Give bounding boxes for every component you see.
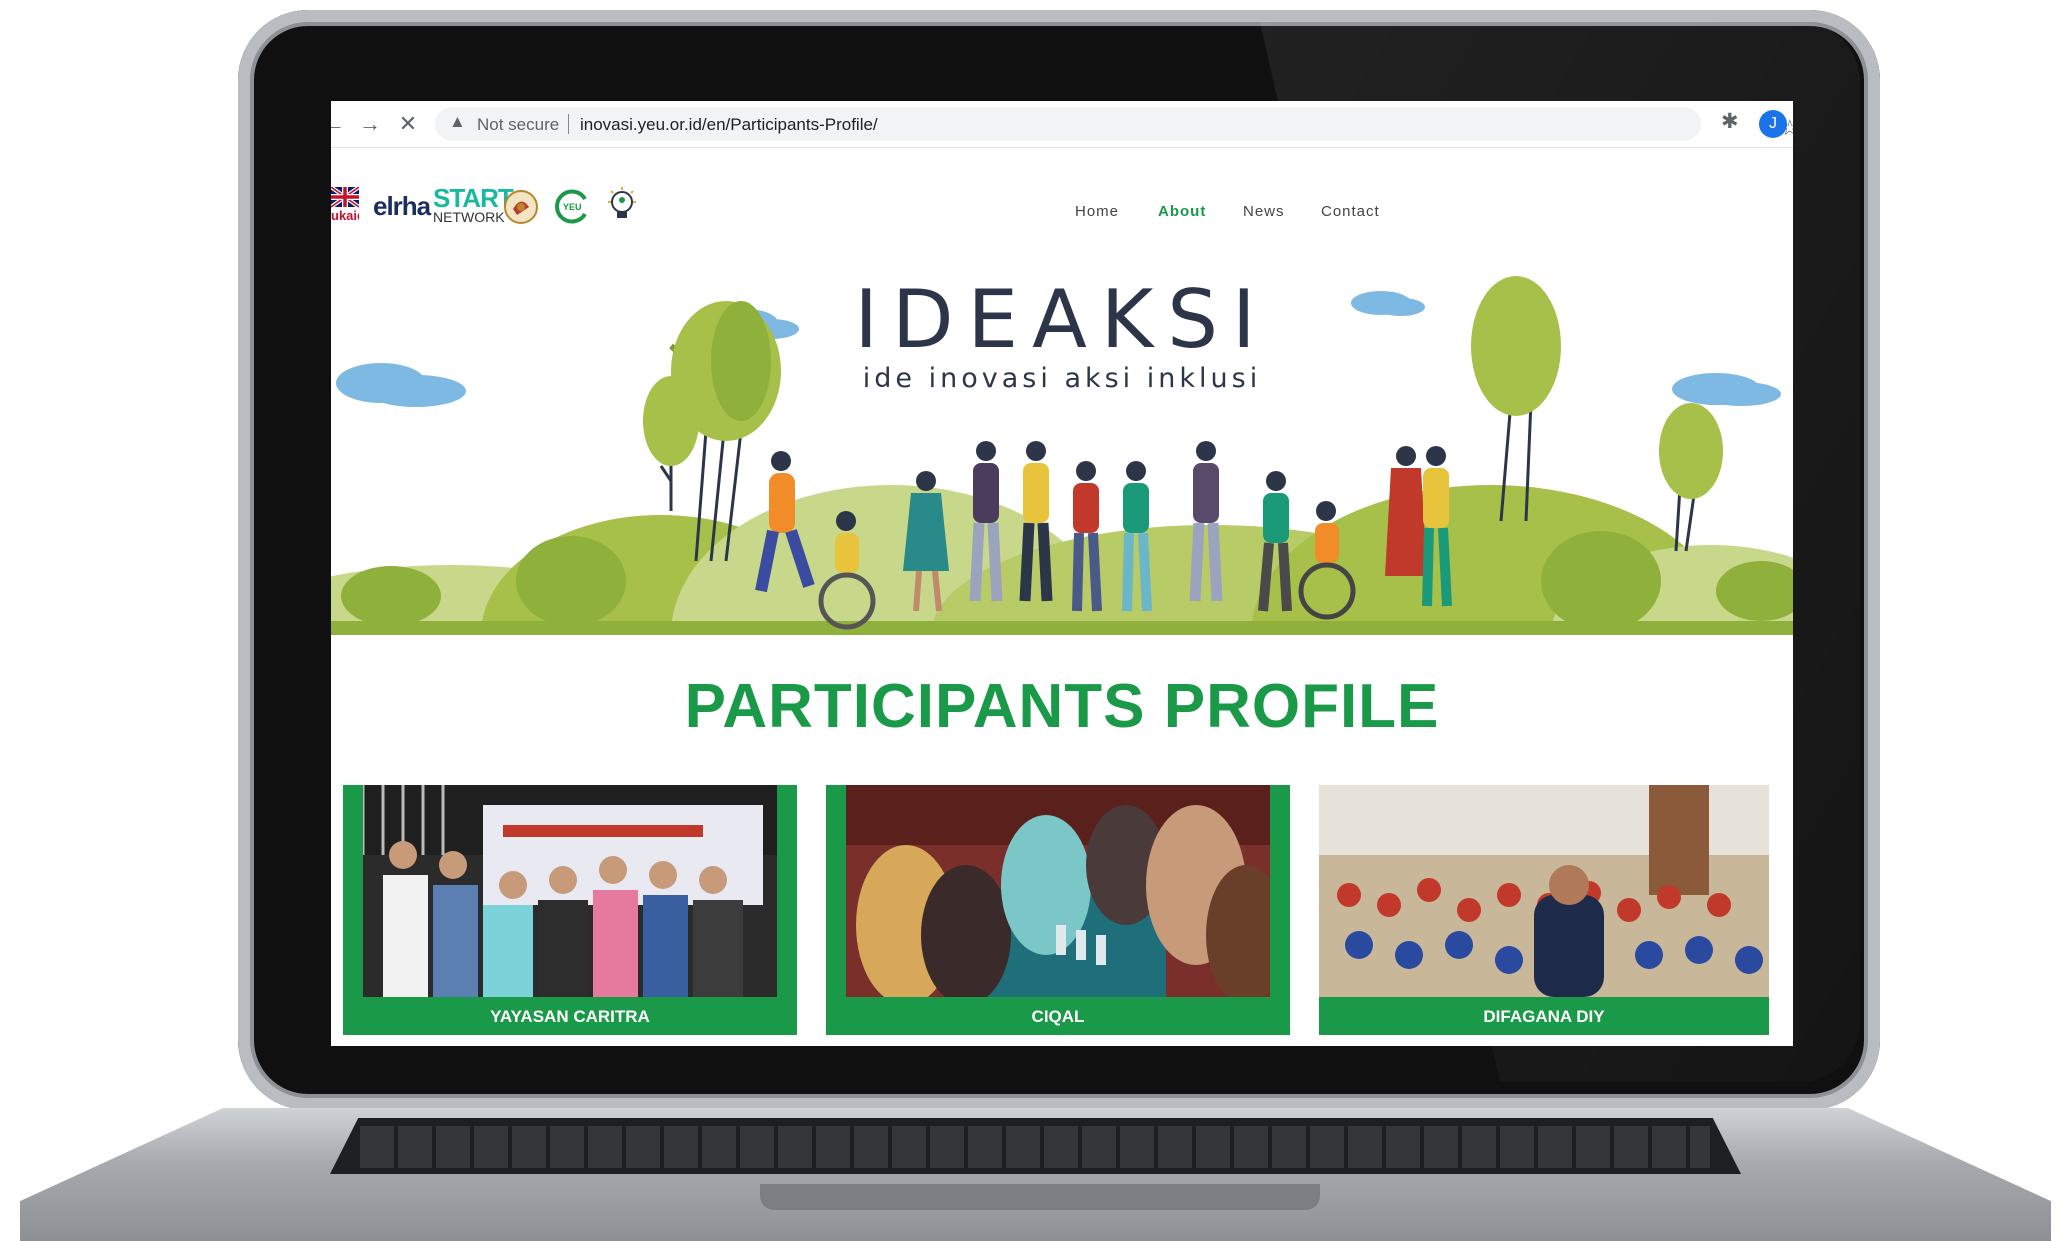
laptop-screen: ← → ✕ ▲ Not secure inovasi.yeu.or.id/en/… [331, 101, 1793, 1046]
participant-photo[interactable] [363, 785, 777, 997]
participant-photo[interactable] [1319, 785, 1769, 997]
back-arrow-icon[interactable]: ← [331, 109, 349, 139]
card-label[interactable]: CIQAL [826, 1007, 1290, 1027]
forward-arrow-icon[interactable]: → [355, 109, 385, 139]
nav-home[interactable]: Home [1075, 203, 1119, 220]
participant-card-yayasan-caritra[interactable]: YAYASAN CARITRA [343, 785, 797, 1035]
ukaid-text: ukaid [331, 208, 359, 223]
participant-photo[interactable] [846, 785, 1270, 997]
card-label[interactable]: YAYASAN CARITRA [343, 1007, 797, 1027]
elrha-logo[interactable]: elrha [373, 191, 431, 222]
profile-avatar[interactable]: J [1759, 110, 1787, 138]
nav-about[interactable]: About [1158, 203, 1206, 220]
keyboard-keys [360, 1126, 1710, 1168]
brand-logo-text: IDEAKSI [854, 273, 1270, 366]
seal-logo[interactable] [503, 189, 539, 225]
browser-toolbar: ← → ✕ ▲ Not secure inovasi.yeu.or.id/en/… [331, 101, 1793, 148]
participant-card-difagana-diy[interactable]: DIFAGANA DIY [1319, 785, 1769, 1035]
warning-icon[interactable]: ▲ [449, 112, 466, 132]
nav-news[interactable]: News [1243, 203, 1285, 220]
yeu-logo[interactable]: YEU [553, 187, 591, 225]
card-label[interactable]: DIFAGANA DIY [1319, 1007, 1769, 1027]
start-logo-line2: NETWORK [433, 209, 505, 225]
yeu-text: YEU [563, 202, 582, 212]
url-text[interactable]: inovasi.yeu.or.id/en/Participants-Profil… [580, 115, 878, 135]
extensions-icon[interactable]: ✱ [1721, 109, 1739, 134]
security-label[interactable]: Not secure [477, 115, 559, 135]
page-title: PARTICIPANTS PROFILE [684, 672, 1440, 741]
participant-card-ciqal[interactable]: CIQAL [826, 785, 1290, 1035]
start-logo-line1: START [433, 183, 514, 213]
stop-icon[interactable]: ✕ [393, 109, 423, 139]
nav-contact[interactable]: Contact [1321, 203, 1380, 220]
address-bar[interactable]: ▲ Not secure inovasi.yeu.or.id/en/Partic… [435, 107, 1793, 141]
trackpad [760, 1184, 1320, 1210]
start-network-logo[interactable]: START NETWORK [433, 183, 514, 225]
lightbulb-icon[interactable] [603, 185, 641, 225]
address-divider [568, 114, 569, 134]
brand-tagline: ide inovasi aksi inklusi [862, 363, 1262, 394]
ukaid-logo[interactable]: ukaid [331, 187, 359, 223]
